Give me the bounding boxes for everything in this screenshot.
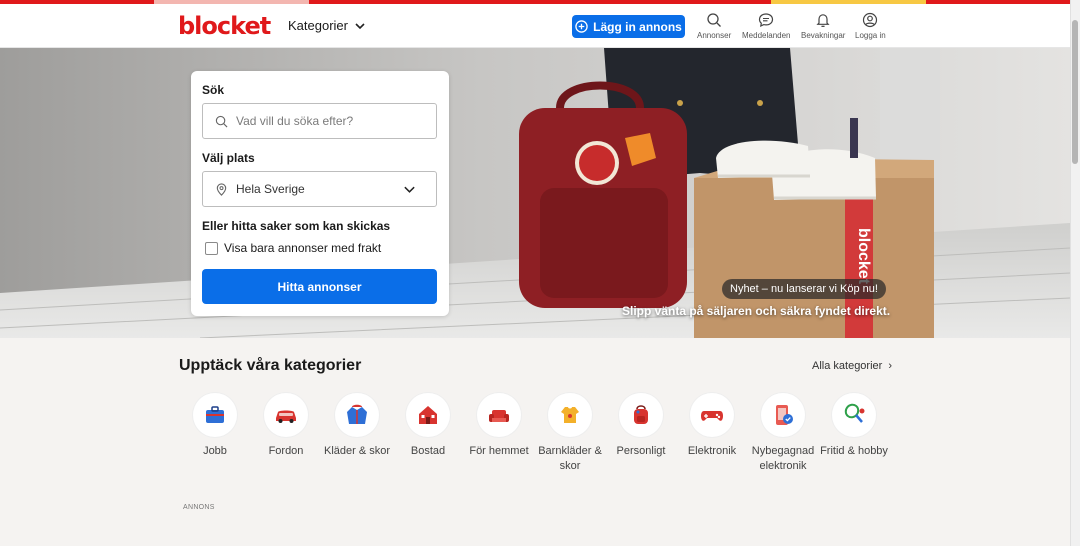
post-ad-button[interactable]: Lägg in annons [572,15,685,38]
category-label: Kläder & skor [323,445,391,457]
phone-badge-icon [776,405,793,425]
nav-annonser[interactable]: Annonser [697,12,731,40]
nav-bevakningar-label: Bevakningar [801,31,846,40]
gamepad-icon [701,411,723,421]
armchair-icon [489,410,509,422]
nav-bevakningar[interactable]: Bevakningar [801,12,845,40]
category-label: Personligt [616,445,666,457]
search-card: Sök Välj plats Hela Sverige Eller hitta … [191,71,449,316]
baby-shirt-icon [561,407,579,423]
racket-icon [844,403,865,423]
user-icon [863,12,878,28]
category-personligt[interactable]: Personligt [606,393,676,459]
nav-logga-in-label: Logga in [855,31,886,40]
post-ad-label: Lägg in annons [593,19,682,34]
location-pin-icon [216,182,227,196]
nav-meddelanden-label: Meddelanden [742,31,791,40]
location-value: Hela Sverige [236,182,305,196]
search-field[interactable] [202,103,437,139]
category-label: Nybegagnad elektronik [751,445,815,472]
category-label: Fordon [268,445,304,457]
chevron-down-icon [404,186,415,193]
category-nybegagnad-elektronik[interactable]: Nybegagnad elektronik [748,393,818,474]
blocket-logo[interactable]: blocket [178,12,271,40]
promo-badge[interactable]: Nyhet – nu lanserar vi Köp nu! [722,279,886,299]
all-categories-label: Alla kategorier [812,360,883,372]
search-input[interactable] [236,114,416,128]
category-for-hemmet[interactable]: För hemmet [464,393,534,459]
chevron-down-icon [355,22,365,29]
jacket-icon [347,404,367,424]
category-label: Barnkläder & skor [538,445,602,472]
shipping-heading: Eller hitta saker som kan skickas [202,219,391,233]
all-categories-link[interactable]: Alla kategorier › [812,360,892,372]
car-icon [276,410,296,423]
hero-banner: blocket [0,48,1070,338]
shipping-checkbox-row[interactable]: Visa bara annonser med frakt [205,241,381,255]
category-label: Fritid & hobby [820,445,888,457]
shipping-checkbox[interactable] [205,241,218,255]
category-fordon[interactable]: Fordon [251,393,321,459]
house-icon [419,406,437,424]
page-scrollbar[interactable] [1070,0,1080,546]
search-icon [707,13,722,27]
category-bostad[interactable]: Bostad [393,393,463,459]
category-label: Elektronik [687,445,737,457]
categories-menu-label: Kategorier [288,18,348,33]
site-header: blocket Kategorier Lägg in annons Annons… [0,4,1070,48]
backpack-icon [634,405,648,424]
category-label: Bostad [410,445,446,457]
chevron-right-icon: › [888,360,893,372]
briefcase-icon [206,406,224,423]
location-label: Välj plats [202,151,255,165]
category-barnklader-skor[interactable]: Barnkläder & skor [535,393,605,474]
nav-annonser-label: Annonser [697,31,732,40]
nav-meddelanden[interactable]: Meddelanden [742,12,790,40]
promo-tagline: Slipp vänta på säljaren och säkra fyndet… [622,304,891,318]
shipping-checkbox-label: Visa bara annonser med frakt [224,241,382,255]
location-select[interactable]: Hela Sverige [202,171,437,207]
category-jobb[interactable]: Jobb [180,393,250,459]
category-label: Jobb [203,445,227,457]
nav-logga-in[interactable]: Logga in [855,12,886,40]
category-fritid-hobby[interactable]: Fritid & hobby [819,393,889,459]
find-ads-button[interactable]: Hitta annonser [202,269,437,304]
search-label: Sök [202,83,225,97]
category-label: För hemmet [469,445,529,457]
chat-icon [759,13,774,28]
category-klader-skor[interactable]: Kläder & skor [322,393,392,459]
scrollbar-thumb[interactable] [1072,20,1078,164]
plus-circle-icon [575,20,588,33]
hero-photo: blocket [0,48,1070,338]
search-icon [215,115,228,127]
bell-icon [816,14,830,27]
categories-section-title: Upptäck våra kategorier [179,357,362,374]
hero-box-text: blocket [855,228,872,285]
categories-menu[interactable]: Kategorier [288,18,366,33]
category-elektronik[interactable]: Elektronik [677,393,747,459]
ad-label: ANNONS [183,504,215,511]
